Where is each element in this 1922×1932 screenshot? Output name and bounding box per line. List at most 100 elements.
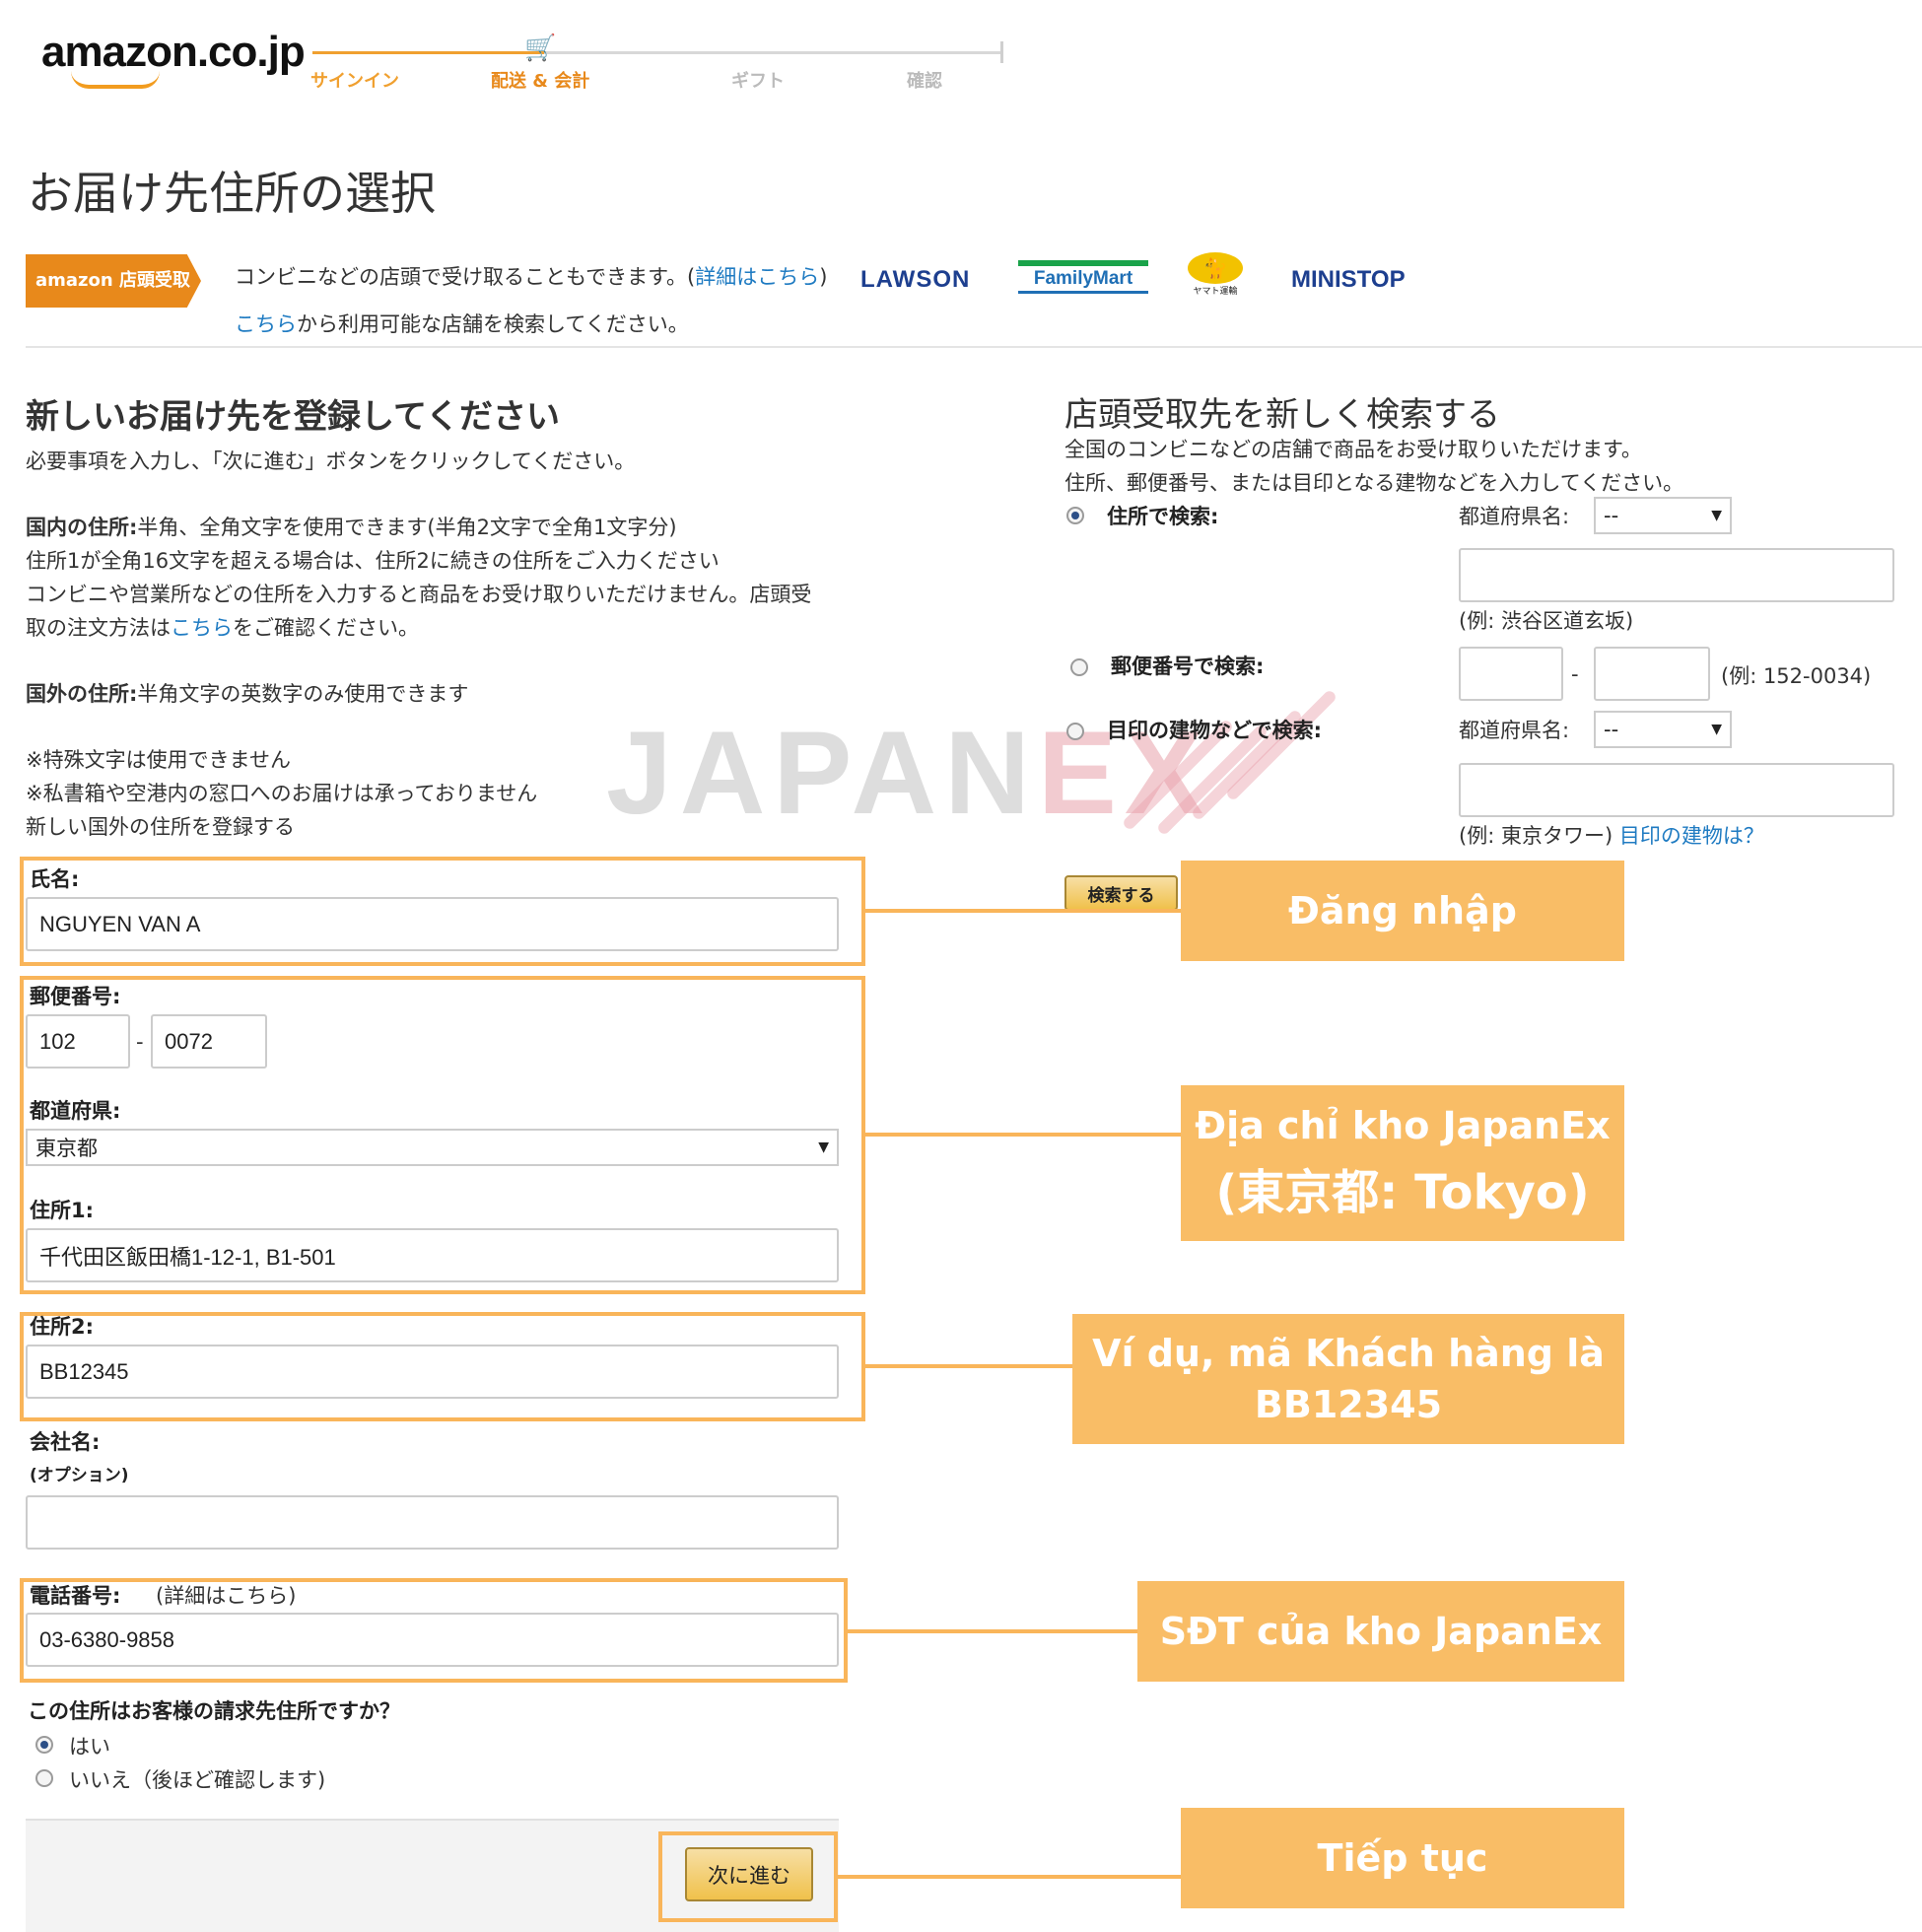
- foreign-address-label: 国外の住所:: [26, 682, 138, 706]
- search-by-postal-radio[interactable]: [1070, 658, 1088, 676]
- callout-connector-warehouse: [865, 1133, 1181, 1137]
- callout-customer-line1: Ví dụ, mã Khách hàng là: [1092, 1332, 1605, 1375]
- store-pickup-badge: amazon 店頭受取: [26, 254, 201, 308]
- new-address-heading: 新しいお届け先を登録してください: [26, 397, 560, 437]
- right-postal-dash: -: [1571, 662, 1579, 686]
- store-search-desc2: 住所、郵便番号、または目印となる建物などを入力してください。: [1064, 471, 1684, 495]
- domestic-address-line4: 取の注文方法はこちらをご確認ください。: [26, 612, 419, 642]
- amazon-logo[interactable]: amazon.co.jp: [41, 28, 306, 77]
- callout-warehouse: Địa chỉ kho JapanEx (東京都: Tokyo): [1181, 1085, 1624, 1241]
- search-by-address-radio[interactable]: [1066, 507, 1084, 524]
- step-confirm: 確認: [907, 71, 942, 92]
- store-pickup-details-link[interactable]: 詳細はこちら: [695, 265, 819, 289]
- right-postal-example: (例: 152-0034): [1721, 664, 1872, 688]
- po-box-note: ※私書箱や空港内の窓口へのお届けは承っておりません: [26, 782, 538, 805]
- billing-yes-radio[interactable]: [35, 1736, 53, 1754]
- watermark-japan: JAPAN: [606, 707, 1038, 839]
- chevron-down-icon: ▼: [818, 1139, 829, 1155]
- phone-input[interactable]: 03-6380-9858: [26, 1613, 839, 1667]
- phone-details-link[interactable]: (詳細はこちら): [156, 1580, 296, 1610]
- callout-connector-customer: [865, 1364, 1072, 1368]
- store-search-text: から利用可能な店舗を検索してください。: [297, 312, 689, 336]
- search-by-landmark-label: 目印の建物などで検索:: [1107, 719, 1322, 742]
- postal-code-second-input[interactable]: 0072: [151, 1014, 267, 1069]
- store-pickup-info: コンビニなどの店頭で受け取ることもできます。(詳細はこちら): [235, 261, 827, 291]
- callout-warehouse-line1: Địa chỉ kho JapanEx: [1195, 1104, 1611, 1147]
- yamato-logo: 🐈 ヤマト運輸: [1188, 252, 1243, 297]
- foreign-address-link[interactable]: 新しい国外の住所を登録する: [26, 811, 295, 841]
- checkout-progress-done: [312, 51, 544, 54]
- new-address-intro: 必要事項を入力し、「次に進む」ボタンをクリックしてください。: [26, 449, 636, 473]
- right-landmark-example-line: (例: 東京タワー) 目印の建物は？: [1459, 820, 1764, 850]
- landmark-help-link[interactable]: 目印の建物は？: [1619, 824, 1764, 848]
- postal-code-label: 郵便番号:: [30, 985, 121, 1008]
- right-landmark-input[interactable]: [1459, 763, 1894, 817]
- callout-connector-login: [865, 909, 1181, 913]
- prefecture-label: 都道府県:: [30, 1099, 121, 1123]
- callout-continue: Tiếp tục: [1181, 1808, 1624, 1908]
- search-by-postal-label: 郵便番号で検索:: [1111, 655, 1265, 678]
- billing-question: この住所はお客様の請求先住所ですか？: [28, 1699, 400, 1723]
- chevron-down-icon: ▼: [1711, 508, 1722, 523]
- postal-code-first-input[interactable]: 102: [26, 1014, 130, 1069]
- right-prefecture-select[interactable]: -- ▼: [1594, 497, 1732, 534]
- callout-connector-phone: [848, 1629, 1137, 1633]
- section-divider: [26, 346, 1922, 348]
- amazon-smile-icon: [71, 71, 160, 89]
- foreign-address-text: 半角文字の英数字のみ使用できます: [137, 682, 469, 706]
- right-address-example: (例: 渋谷区道玄坂): [1459, 609, 1634, 633]
- yamato-logo-text: ヤマト運輸: [1193, 287, 1238, 297]
- right-pref-label: 都道府県名:: [1459, 505, 1570, 528]
- foreign-address-note: 国外の住所:半角文字の英数字のみ使用できます: [26, 678, 468, 708]
- right-postal-first-input[interactable]: [1459, 647, 1563, 701]
- store-pickup-text: コンビニなどの店頭で受け取ることもできます。(: [235, 265, 696, 289]
- next-button[interactable]: 次に進む: [685, 1847, 813, 1901]
- right-address-input[interactable]: [1459, 548, 1894, 602]
- name-label: 氏名:: [30, 867, 80, 891]
- callout-login: Đăng nhập: [1181, 861, 1624, 961]
- right-landmark-example: (例: 東京タワー): [1459, 824, 1613, 848]
- store-search-button[interactable]: 検索する: [1064, 875, 1178, 911]
- callout-phone: SĐT của kho JapanEx: [1137, 1581, 1624, 1682]
- right-prefecture-select-2[interactable]: -- ▼: [1594, 711, 1732, 748]
- step-shipping: 配送 & 会計: [491, 71, 590, 92]
- domestic-address-label: 国内の住所:: [26, 516, 138, 539]
- address2-label: 住所2:: [30, 1315, 95, 1339]
- prefecture-select-value: 東京都: [35, 1137, 98, 1160]
- store-search-info: こちらから利用可能な店舗を検索してください。: [235, 309, 689, 338]
- address1-input[interactable]: 千代田区飯田橋1-12-1, B1-501: [26, 1228, 839, 1282]
- search-by-address-label: 住所で検索:: [1107, 505, 1219, 528]
- domestic-address-line2: 住所1が全角16文字を超える場合は、住所2に続きの住所をご入力ください: [26, 549, 720, 573]
- right-prefecture-value-2: --: [1604, 718, 1619, 741]
- domestic-address-line3: コンビニや営業所などの住所を入力すると商品をお受け取りいただけません。店頭受: [26, 583, 812, 606]
- name-input[interactable]: NGUYEN VAN A: [26, 897, 839, 951]
- address2-input[interactable]: BB12345: [26, 1345, 839, 1399]
- checkout-progress-end: [1000, 41, 1003, 63]
- right-prefecture-value: --: [1604, 504, 1619, 527]
- company-input[interactable]: [26, 1495, 839, 1550]
- postal-code-dash: -: [136, 1030, 144, 1054]
- page-title: お届け先住所の選択: [28, 167, 436, 220]
- right-postal-second-input[interactable]: [1594, 647, 1710, 701]
- prefecture-select[interactable]: 東京都 ▼: [26, 1129, 839, 1166]
- domestic-address-line4-a: 取の注文方法は: [26, 616, 171, 640]
- chevron-down-icon: ▼: [1711, 722, 1722, 737]
- callout-connector-continue: [838, 1875, 1181, 1879]
- special-char-note: ※特殊文字は使用できません: [26, 748, 291, 772]
- familymart-logo: FamilyMart: [1018, 260, 1148, 294]
- address1-label: 住所1:: [30, 1199, 95, 1222]
- store-search-link[interactable]: こちら: [235, 312, 297, 336]
- lawson-logo: LAWSON: [860, 266, 971, 293]
- ministop-logo: MINISTOP: [1291, 266, 1406, 293]
- callout-customer-line2: BB12345: [1254, 1383, 1443, 1426]
- domestic-address-line4-b: をご確認ください。: [233, 616, 419, 640]
- callout-warehouse-line2: (東京都: Tokyo): [1215, 1165, 1590, 1220]
- search-by-landmark-radio[interactable]: [1066, 723, 1084, 740]
- billing-no-radio[interactable]: [35, 1769, 53, 1787]
- billing-no-label: いいえ（後ほど確認します): [69, 1768, 326, 1792]
- store-pickup-text-end: ): [819, 265, 828, 289]
- step-gift: ギフト: [731, 71, 785, 92]
- company-optional-note: (オプション): [30, 1466, 129, 1485]
- company-label: 会社名:: [30, 1430, 101, 1454]
- order-method-link[interactable]: こちら: [171, 616, 233, 640]
